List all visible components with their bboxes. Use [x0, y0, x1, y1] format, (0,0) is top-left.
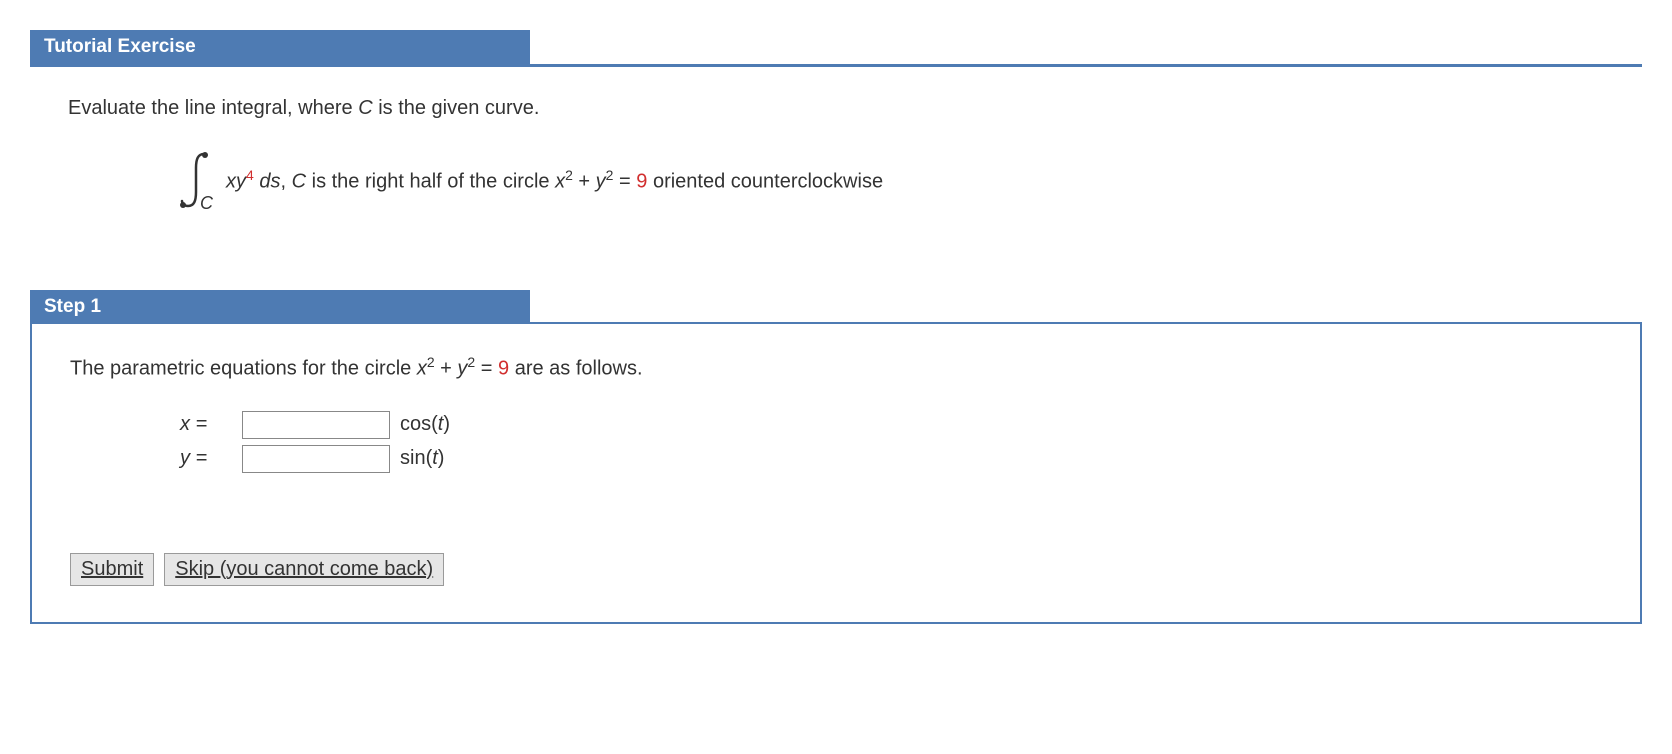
x-equals-label: x =: [180, 413, 232, 436]
step1-exp-x: 2: [427, 354, 435, 370]
step1-description: The parametric equations for the circle …: [70, 354, 1602, 381]
intro-text-2: is the given curve.: [373, 97, 540, 119]
variable-x: x: [555, 170, 565, 192]
y-param-row: y = sin(t): [180, 445, 1602, 473]
step-1-container: The parametric equations for the circle …: [30, 322, 1642, 624]
step1-x: x: [417, 358, 427, 380]
nine: 9: [636, 170, 647, 192]
step1-plus: +: [435, 358, 458, 380]
variable-C: C: [358, 97, 372, 119]
desc-1: is the right half of the circle: [306, 170, 555, 192]
variable-C-2: C: [292, 170, 306, 192]
variable-y: y: [596, 170, 606, 192]
plus: +: [573, 170, 596, 192]
x-param-row: x = cos(t): [180, 411, 1602, 439]
desc-2: oriented counterclockwise: [647, 170, 883, 192]
step1-eq: =: [475, 358, 498, 380]
submit-button[interactable]: Submit: [70, 553, 154, 586]
sin-t: sin(t): [400, 447, 444, 470]
integral-expression: C xy4 ds, C is the right half of the cir…: [178, 150, 1642, 210]
step1-y: y: [457, 358, 467, 380]
step1-text-a: The parametric equations for the circle: [70, 358, 417, 380]
sin-text: sin(: [400, 447, 432, 469]
comma: ,: [280, 170, 291, 192]
equals: =: [613, 170, 636, 192]
integrand-xy: xy: [226, 170, 246, 192]
y-coefficient-input[interactable]: [242, 445, 390, 473]
sin-close: ): [438, 447, 445, 469]
cos-t: cos(t): [400, 413, 450, 436]
cos-close: ): [443, 413, 450, 435]
x-coefficient-input[interactable]: [242, 411, 390, 439]
intro-text: Evaluate the line integral, where: [68, 97, 358, 119]
tutorial-exercise-header: Tutorial Exercise: [30, 30, 530, 64]
y-equals-label: y =: [180, 447, 232, 470]
integrand: xy4 ds, C is the right half of the circl…: [226, 167, 883, 194]
ds: ds: [254, 170, 281, 192]
step1-nine: 9: [498, 358, 509, 380]
skip-button[interactable]: Skip (you cannot come back): [164, 553, 444, 586]
exp-x: 2: [565, 167, 573, 183]
step1-text-b: are as follows.: [509, 358, 642, 380]
integral-subscript-C: C: [200, 193, 213, 214]
cos-text: cos(: [400, 413, 438, 435]
button-bar: Submit Skip (you cannot come back): [70, 553, 1602, 586]
integral-sign: C: [178, 150, 216, 210]
integrand-exponent: 4: [246, 167, 254, 183]
problem-intro: Evaluate the line integral, where C is t…: [68, 97, 1642, 120]
step-1-header: Step 1: [30, 290, 530, 324]
